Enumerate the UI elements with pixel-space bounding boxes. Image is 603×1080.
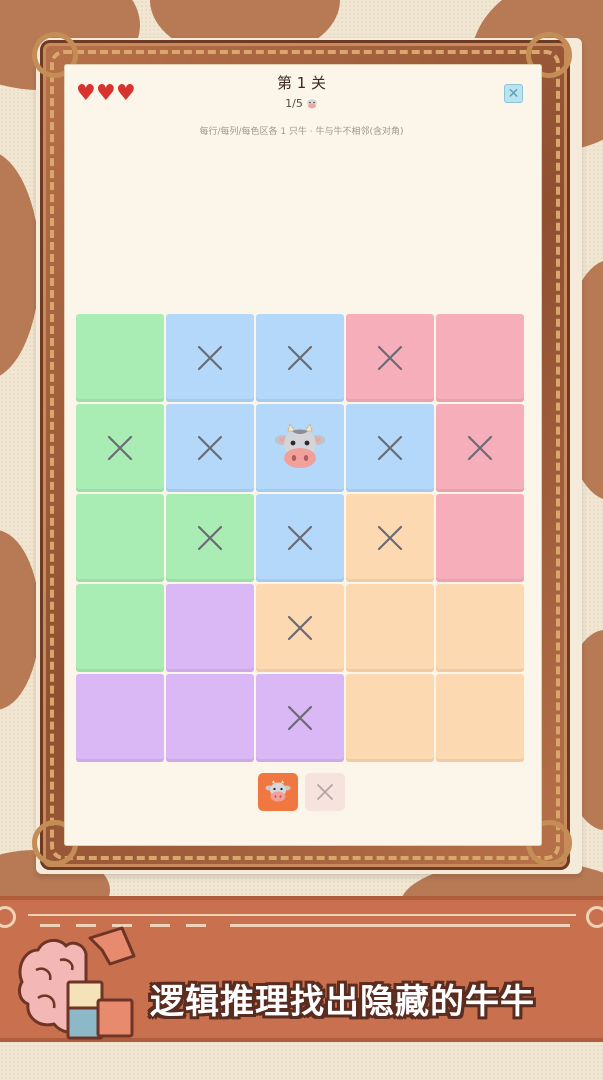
grid-cell-r5c1[interactable] [76, 674, 164, 762]
grid-cell-r4c2[interactable] [166, 584, 254, 672]
x-mark-icon [377, 435, 403, 461]
x-mark-icon [377, 345, 403, 371]
x-mark-icon [287, 345, 313, 371]
x-mark-icon [467, 435, 493, 461]
grid-cell-r2c2[interactable] [166, 404, 254, 492]
grid-cell-r1c1[interactable] [76, 314, 164, 402]
grid-cell-r3c1[interactable] [76, 494, 164, 582]
cow-icon [275, 423, 325, 468]
grid-cell-r3c2[interactable] [166, 494, 254, 582]
rules-text: 每行/每列/每色区各 1 只牛 · 牛与牛不相邻(含对角) [199, 127, 404, 137]
grid-cell-r1c5[interactable] [436, 314, 524, 402]
progress-text: 1/5 [285, 97, 303, 110]
grid-cell-r4c5[interactable] [436, 584, 524, 672]
grid-cell-r4c4[interactable] [346, 584, 434, 672]
puzzle-grid [76, 314, 526, 762]
grid-cell-r5c3[interactable] [256, 674, 344, 762]
grid-cell-r1c2[interactable] [166, 314, 254, 402]
x-mark-icon [197, 345, 223, 371]
grid-cell-r2c1[interactable] [76, 404, 164, 492]
grid-cell-r1c4[interactable] [346, 314, 434, 402]
x-mark-icon [287, 525, 313, 551]
grid-cell-r1c3[interactable] [256, 314, 344, 402]
grid-cell-r3c4[interactable] [346, 494, 434, 582]
cow-icon [265, 780, 291, 802]
grid-cell-r4c3[interactable] [256, 584, 344, 672]
x-mark-icon [287, 615, 313, 641]
x-mark-icon [197, 525, 223, 551]
banner-slogan: 逻辑推理找出隐藏的牛牛 [150, 982, 535, 1022]
close-button[interactable]: ✕ [504, 84, 523, 103]
grid-cell-r4c1[interactable] [76, 584, 164, 672]
x-mark-icon [377, 525, 403, 551]
x-mark-icon [287, 705, 313, 731]
grid-cell-r2c3[interactable] [256, 404, 344, 492]
grid-cell-r5c4[interactable] [346, 674, 434, 762]
grid-cell-r2c5[interactable] [436, 404, 524, 492]
grid-cell-r3c5[interactable] [436, 494, 524, 582]
brain-puzzle-icon [18, 926, 136, 1040]
cow-icon [306, 99, 317, 109]
x-mark-icon [107, 435, 133, 461]
grid-cell-r5c5[interactable] [436, 674, 524, 762]
grid-cell-r5c2[interactable] [166, 674, 254, 762]
x-tool-button[interactable] [305, 773, 345, 811]
x-icon [317, 784, 333, 800]
x-mark-icon [197, 435, 223, 461]
grid-cell-r2c4[interactable] [346, 404, 434, 492]
grid-cell-r3c3[interactable] [256, 494, 344, 582]
cow-tool-button[interactable] [258, 773, 298, 811]
